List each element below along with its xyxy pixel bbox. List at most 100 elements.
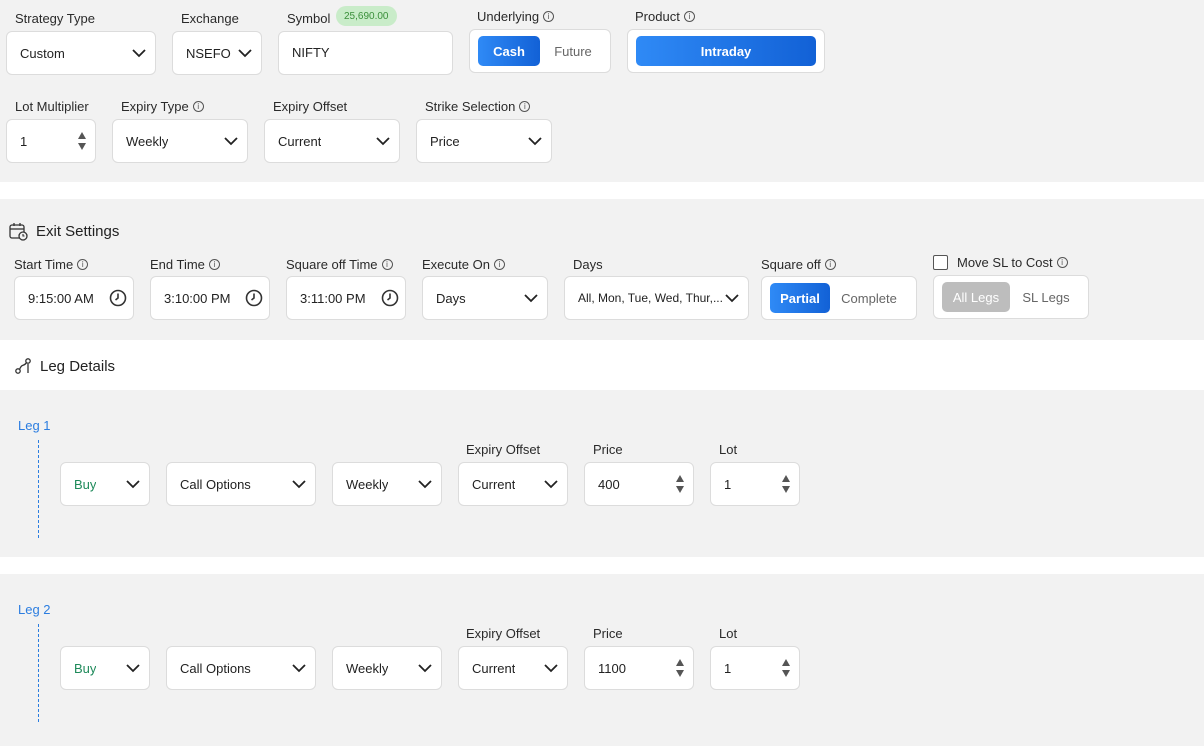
exit-settings-section: Exit Settings Start Time i 9:15:00 AM End… xyxy=(0,199,1204,340)
square-off-time-input[interactable]: 3:11:00 PM xyxy=(286,276,406,320)
info-icon: i xyxy=(192,101,204,112)
chevron-down-icon xyxy=(224,137,238,146)
info-icon: i xyxy=(683,11,695,22)
chevron-down-icon xyxy=(292,480,306,489)
end-time-input[interactable]: 3:10:00 PM xyxy=(150,276,270,320)
move-sl-label: Move SL to Cost i xyxy=(933,255,1068,270)
chevron-down-icon xyxy=(126,480,140,489)
info-icon: i xyxy=(381,259,393,270)
leg-lot-input[interactable]: 1 xyxy=(710,462,800,506)
underlying-future-button[interactable]: Future xyxy=(542,36,604,66)
info-icon: i xyxy=(1056,257,1068,268)
chevron-down-icon xyxy=(524,294,538,303)
execute-on-select[interactable]: Days xyxy=(422,276,548,320)
sl-legs-button[interactable]: SL Legs xyxy=(1012,282,1080,312)
chevron-down-icon xyxy=(418,480,432,489)
leg-name: Leg 1 xyxy=(18,418,51,433)
product-intraday-button[interactable]: Intraday xyxy=(636,36,816,66)
chevron-down-icon xyxy=(132,49,146,58)
stepper-icon[interactable] xyxy=(675,659,685,677)
leg-price-label: Price xyxy=(593,626,623,641)
start-time-input[interactable]: 9:15:00 AM xyxy=(14,276,134,320)
leg-connector xyxy=(38,440,39,538)
stepper-icon[interactable] xyxy=(77,132,87,150)
clock-icon[interactable] xyxy=(381,289,399,307)
leg-price-label: Price xyxy=(593,442,623,457)
leg-option-type-select[interactable]: Call Options xyxy=(166,462,316,506)
info-icon: i xyxy=(493,259,505,270)
chevron-down-icon xyxy=(544,664,558,673)
symbol-input[interactable]: NIFTY xyxy=(278,31,453,75)
exchange-select[interactable]: NSEFO xyxy=(172,31,262,75)
strategy-settings-section: Strategy Type Custom Exchange NSEFO Symb… xyxy=(0,0,1204,182)
leg-lot-label: Lot xyxy=(719,626,738,641)
leg-expiry-offset-label: Expiry Offset xyxy=(466,626,541,641)
end-time-label: End Time i xyxy=(150,257,220,272)
chevron-down-icon xyxy=(528,137,542,146)
info-icon: i xyxy=(77,259,89,270)
leg-option-type-select[interactable]: Call Options xyxy=(166,646,316,690)
start-time-label: Start Time i xyxy=(14,257,89,272)
leg-expiry-offset-select[interactable]: Current xyxy=(458,646,568,690)
leg-expiry-offset-select[interactable]: Current xyxy=(458,462,568,506)
chevron-down-icon xyxy=(544,480,558,489)
days-label: Days xyxy=(573,257,603,272)
leg-details-heading: Leg Details xyxy=(14,357,115,375)
chevron-down-icon xyxy=(292,664,306,673)
chevron-down-icon xyxy=(126,664,140,673)
leg-price-input[interactable]: 1100 xyxy=(584,646,694,690)
move-sl-checkbox[interactable] xyxy=(933,255,948,270)
stepper-icon[interactable] xyxy=(675,475,685,493)
strategy-type-label: Strategy Type xyxy=(15,11,95,26)
underlying-label: Underlying i xyxy=(477,9,555,24)
leg-expiry-offset-label: Expiry Offset xyxy=(466,442,541,457)
underlying-cash-button[interactable]: Cash xyxy=(478,36,540,66)
leg-side-select[interactable]: Buy xyxy=(60,462,150,506)
calendar-clock-icon xyxy=(9,223,28,241)
product-label: Product i xyxy=(635,9,695,24)
leg-name: Leg 2 xyxy=(18,602,51,617)
expiry-offset-select[interactable]: Current xyxy=(264,119,400,163)
expiry-type-select[interactable]: Weekly xyxy=(112,119,248,163)
chevron-down-icon xyxy=(725,294,739,303)
route-icon xyxy=(15,358,31,374)
clock-icon[interactable] xyxy=(109,289,127,307)
stepper-icon[interactable] xyxy=(781,475,791,493)
stepper-icon[interactable] xyxy=(781,659,791,677)
leg-side-select[interactable]: Buy xyxy=(60,646,150,690)
lot-multiplier-input[interactable]: 1 xyxy=(6,119,96,163)
info-icon: i xyxy=(824,259,836,270)
leg-card: Leg 1 Buy Call Options Weekly Expiry Off… xyxy=(0,390,1204,557)
clock-icon[interactable] xyxy=(245,289,263,307)
info-icon: i xyxy=(208,259,220,270)
underlying-toggle: Cash Future xyxy=(469,29,611,73)
square-off-time-label: Square off Time i xyxy=(286,257,393,272)
info-icon: i xyxy=(543,11,555,22)
symbol-price-badge: 25,690.00 xyxy=(336,6,397,26)
square-off-toggle: Partial Complete xyxy=(761,276,917,320)
execute-on-label: Execute On i xyxy=(422,257,505,272)
leg-price-input[interactable]: 400 xyxy=(584,462,694,506)
square-off-complete-button[interactable]: Complete xyxy=(834,283,904,313)
all-legs-button[interactable]: All Legs xyxy=(942,282,1010,312)
leg-lot-label: Lot xyxy=(719,442,738,457)
chevron-down-icon xyxy=(376,137,390,146)
strike-selection-label: Strike Selection i xyxy=(425,99,531,114)
move-sl-legs-toggle: All Legs SL Legs xyxy=(933,275,1089,319)
expiry-offset-label: Expiry Offset xyxy=(273,99,348,114)
leg-card: Leg 2 Buy Call Options Weekly Expiry Off… xyxy=(0,574,1204,746)
chevron-down-icon xyxy=(238,49,252,58)
leg-expiry-select[interactable]: Weekly xyxy=(332,462,442,506)
square-off-partial-button[interactable]: Partial xyxy=(770,283,830,313)
product-toggle: Intraday xyxy=(627,29,825,73)
strike-selection-select[interactable]: Price xyxy=(416,119,552,163)
leg-lot-input[interactable]: 1 xyxy=(710,646,800,690)
expiry-type-label: Expiry Type i xyxy=(121,99,204,114)
days-select[interactable]: All, Mon, Tue, Wed, Thur,... xyxy=(564,276,749,320)
info-icon: i xyxy=(519,101,531,112)
lot-multiplier-label: Lot Multiplier xyxy=(15,99,89,114)
strategy-type-select[interactable]: Custom xyxy=(6,31,156,75)
leg-connector xyxy=(38,624,39,722)
exchange-label: Exchange xyxy=(181,11,239,26)
leg-expiry-select[interactable]: Weekly xyxy=(332,646,442,690)
